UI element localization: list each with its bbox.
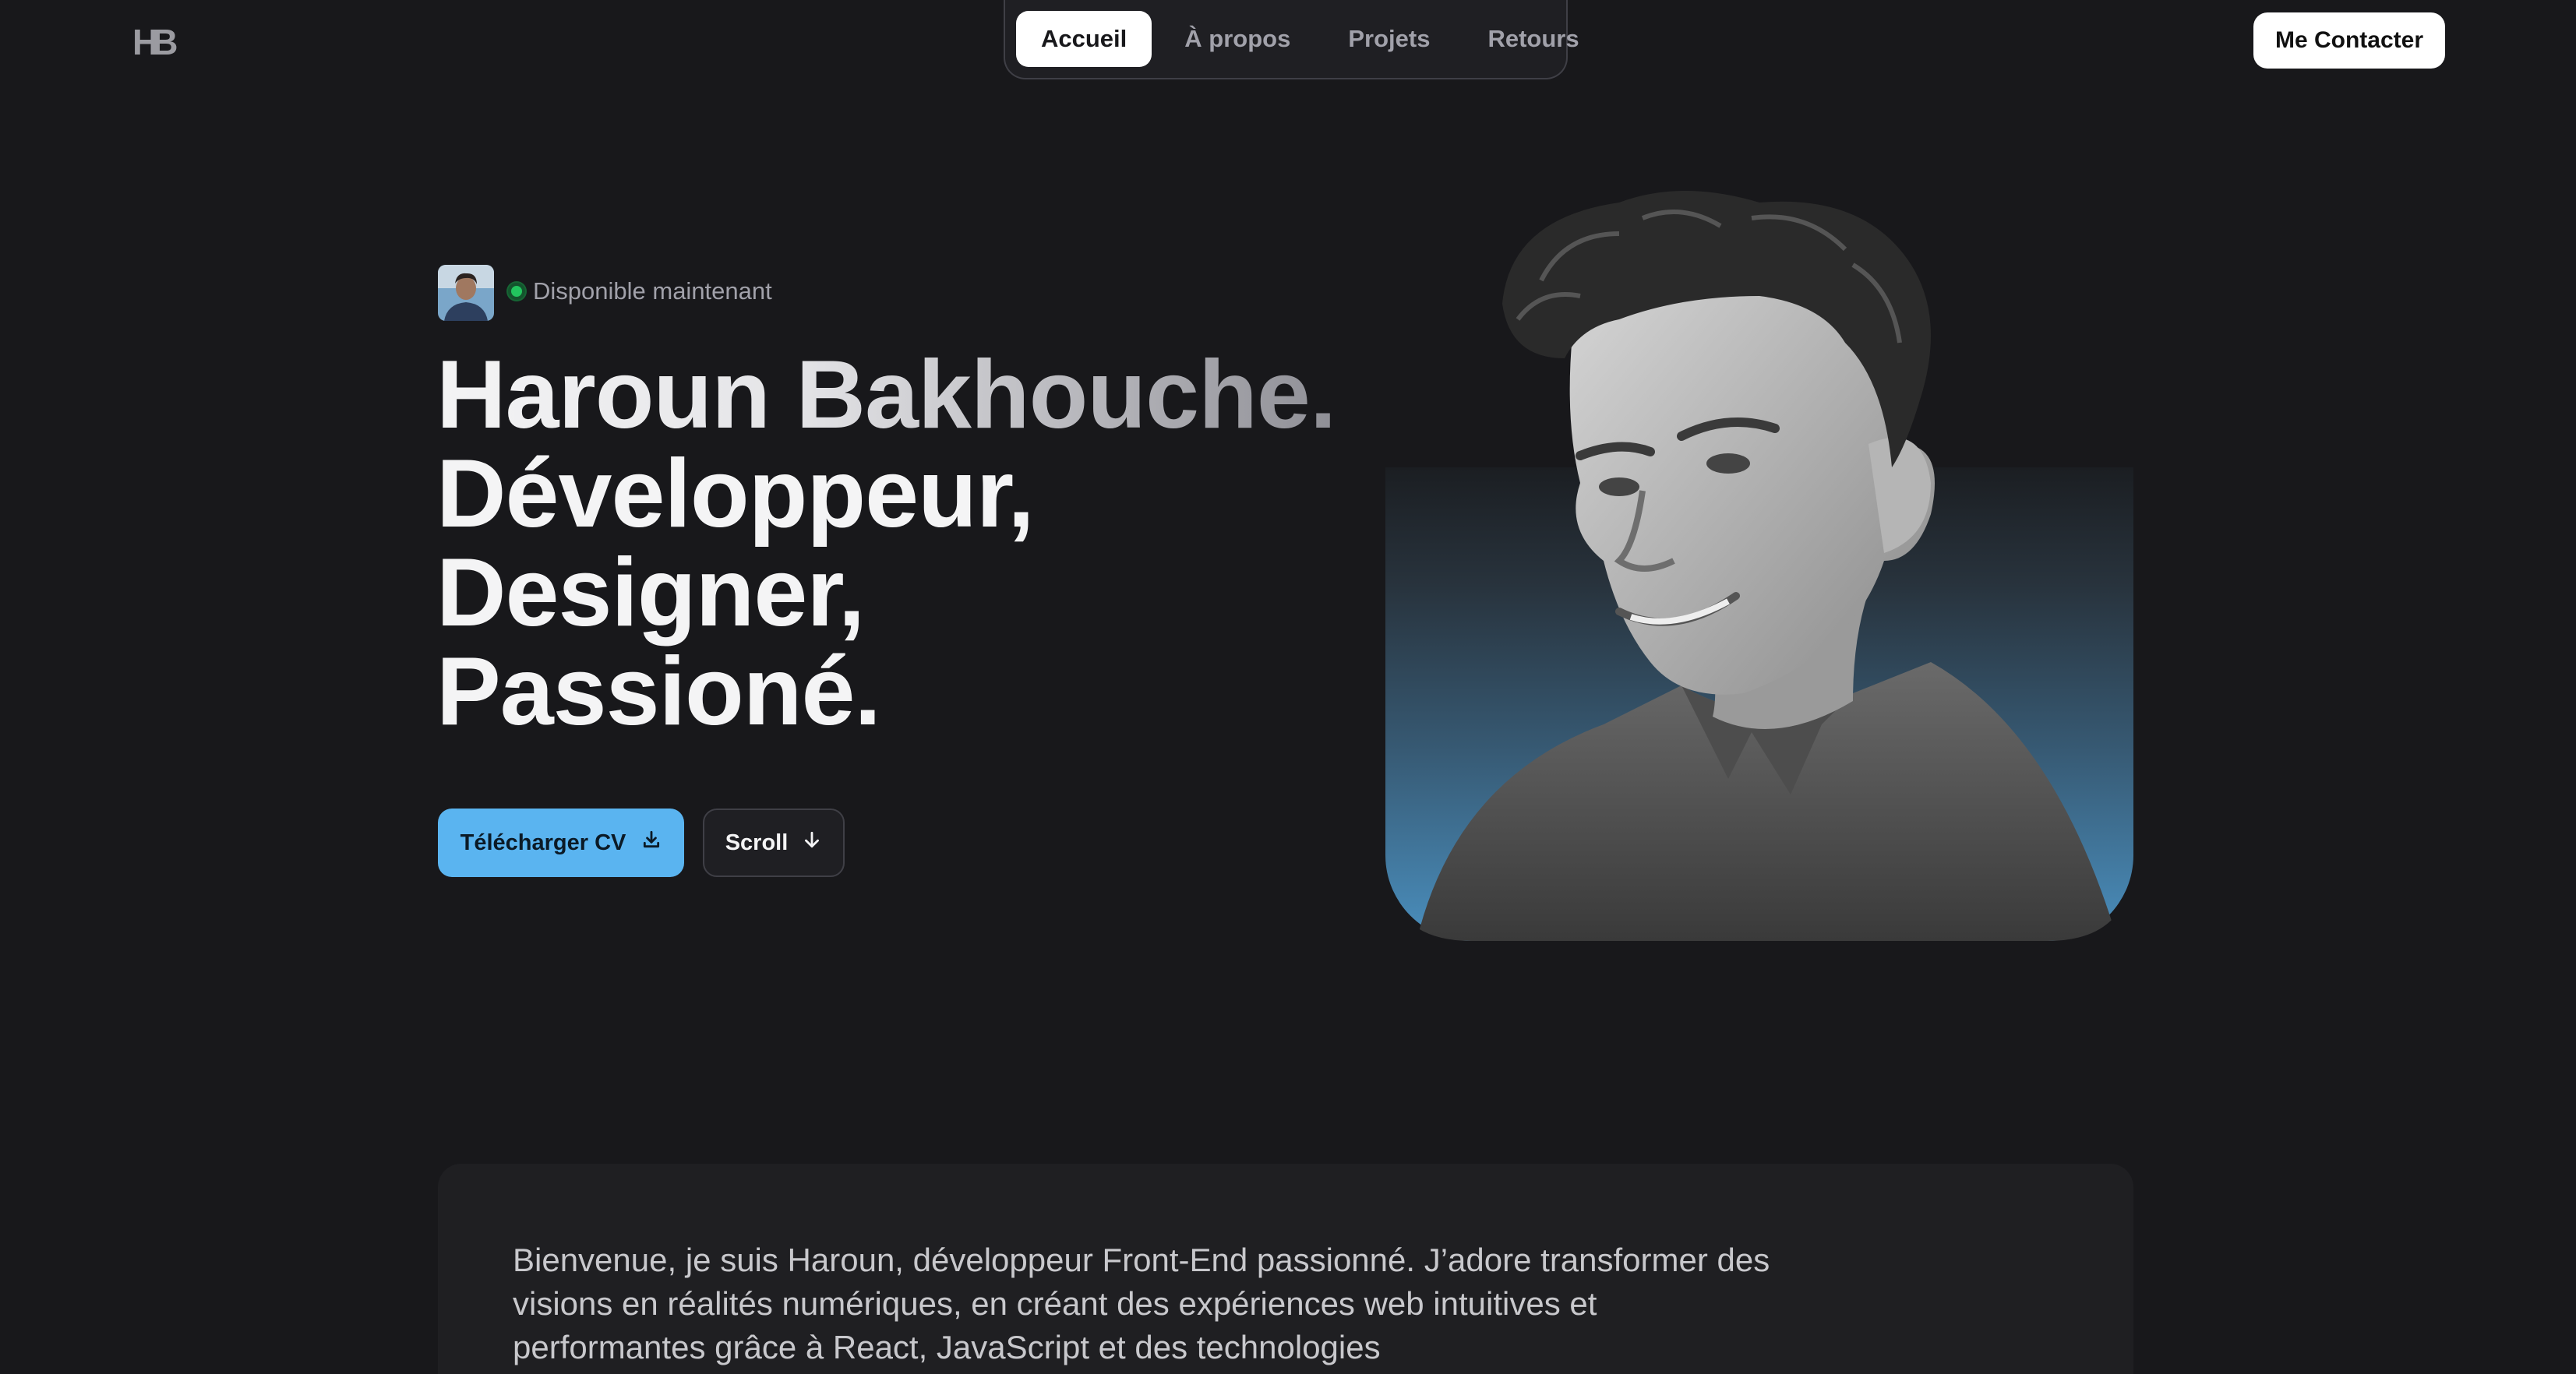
tab-projets[interactable]: Projets xyxy=(1323,11,1455,67)
headline-line-2: Développeur, xyxy=(436,440,1035,548)
hero-headline: Haroun Bakhouche. Développeur, Designer,… xyxy=(436,346,1336,742)
headline-name: Haroun Bakhouche. xyxy=(436,341,1336,449)
tab-retours[interactable]: Retours xyxy=(1463,11,1604,67)
scroll-button[interactable]: Scroll xyxy=(703,809,845,877)
about-card: Bienvenue, je suis Haroun, développeur F… xyxy=(438,1164,2133,1374)
download-cv-label: Télécharger CV xyxy=(460,830,626,855)
download-icon xyxy=(641,830,662,856)
tab-a-propos[interactable]: À propos xyxy=(1159,11,1315,67)
arrow-down-icon xyxy=(802,830,822,856)
profile-portrait xyxy=(1385,187,2133,941)
logo-text: HB xyxy=(132,22,177,59)
headline-line-3: Designer, xyxy=(436,539,865,646)
tab-accueil[interactable]: Accueil xyxy=(1016,11,1152,67)
availability-status: Disponible maintenant xyxy=(508,277,772,305)
status-dot xyxy=(508,283,525,300)
avatar xyxy=(438,265,494,321)
download-cv-button[interactable]: Télécharger CV xyxy=(438,809,684,877)
logo[interactable]: HB xyxy=(132,22,184,62)
status-text: Disponible maintenant xyxy=(533,277,772,305)
contact-button[interactable]: Me Contacter xyxy=(2253,12,2445,69)
about-text: Bienvenue, je suis Haroun, développeur F… xyxy=(513,1242,1770,1365)
scroll-label: Scroll xyxy=(725,830,789,855)
main-nav: Accueil À propos Projets Retours xyxy=(1004,0,1579,79)
headline-line-4: Passioné. xyxy=(436,638,881,745)
